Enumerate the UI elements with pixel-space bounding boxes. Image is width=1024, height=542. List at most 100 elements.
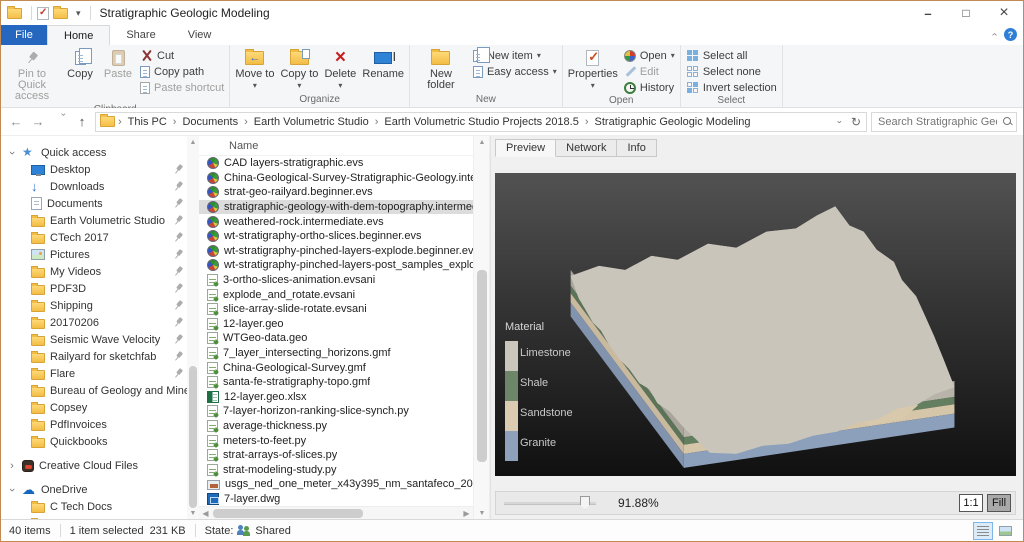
file-item-wtgeo-data-geo[interactable]: WTGeo-data.geo xyxy=(199,331,473,346)
file-item-strat-arrays-of-slices-py[interactable]: strat-arrays-of-slices.py xyxy=(199,448,473,463)
file-item-china-geological-survey-gmf[interactable]: China-Geological-Survey.gmf xyxy=(199,360,473,375)
breadcrumb-item-this-pc[interactable]: This PC xyxy=(123,116,172,128)
paste-shortcut-button[interactable]: Paste shortcut xyxy=(137,80,227,95)
file-item-strat-geo-railyard-beginner-evs[interactable]: strat-geo-railyard.beginner.evs xyxy=(199,185,473,200)
sidebar-item-bureau-of-geology-and-mineral-enginee[interactable]: Bureau of Geology and Mineral Enginee xyxy=(1,382,187,399)
collapse-ribbon-icon[interactable] xyxy=(989,33,1000,36)
qat-properties-button[interactable] xyxy=(37,7,49,20)
copy-button[interactable]: Copy xyxy=(61,46,99,82)
sidebar-item-shipping[interactable]: Shipping xyxy=(1,297,187,314)
pin-to-quick-access-button[interactable]: Pin to Quick access xyxy=(3,46,61,104)
cut-button[interactable]: Cut xyxy=(137,48,227,63)
sidebar-item-seismic-wave-velocity[interactable]: Seismic Wave Velocity xyxy=(1,331,187,348)
close-button[interactable] xyxy=(985,1,1023,25)
file-item-12-layer-geo[interactable]: 12-layer.geo xyxy=(199,317,473,332)
chevron-down-icon[interactable] xyxy=(7,147,17,159)
sidebar-item-documents[interactable]: Documents xyxy=(1,195,187,212)
preview-3d-viewport[interactable]: Material LimestoneShaleSandstoneGranite xyxy=(495,173,1016,476)
qat-customize-dropdown[interactable] xyxy=(76,8,81,19)
tab-view[interactable]: View xyxy=(172,25,228,45)
sidebar-item-onedrive[interactable]: OneDrive xyxy=(1,481,187,498)
sidebar-item-copsey[interactable]: Copsey xyxy=(1,399,187,416)
file-item-wt-stratigraphy-ortho-slices-beginner-evs[interactable]: wt-stratigraphy-ortho-slices.beginner.ev… xyxy=(199,229,473,244)
file-item-wt-stratigraphy-pinched-layers-explode-beginner-evs[interactable]: wt-stratigraphy-pinched-layers-explode.b… xyxy=(199,244,473,259)
tab-preview[interactable]: Preview xyxy=(495,139,556,157)
thumbnail-view-toggle[interactable] xyxy=(995,522,1015,540)
scrollbar-thumb[interactable] xyxy=(213,509,363,518)
sidebar-item-railyard-for-sketchfab[interactable]: Railyard for sketchfab xyxy=(1,348,187,365)
scroll-up-icon[interactable]: ▲ xyxy=(474,136,490,148)
invert-selection-button[interactable]: Invert selection xyxy=(683,80,780,95)
select-none-button[interactable]: Select none xyxy=(683,64,780,79)
rename-button[interactable]: Rename xyxy=(359,46,407,82)
file-item-7-layer-horizon-ranking-slice-synch-py[interactable]: 7-layer-horizon-ranking-slice-synch.py xyxy=(199,404,473,419)
sidebar-item-my-videos[interactable]: My Videos xyxy=(1,263,187,280)
sidebar-scrollbar[interactable]: ▲ ▼ xyxy=(187,136,199,519)
tab-network[interactable]: Network xyxy=(556,139,617,157)
sidebar-item-downloads[interactable]: Downloads xyxy=(1,178,187,195)
recent-locations-dropdown[interactable] xyxy=(51,113,69,131)
copy-path-button[interactable]: Copy path xyxy=(137,64,227,79)
scroll-left-icon[interactable]: ◀ xyxy=(199,509,212,518)
details-view-toggle[interactable] xyxy=(973,522,993,540)
search-input[interactable] xyxy=(876,115,999,129)
one-to-one-button[interactable]: 1:1 xyxy=(959,494,983,512)
file-item-strat-modeling-study-py[interactable]: strat-modeling-study.py xyxy=(199,462,473,477)
sidebar-item-20170206[interactable]: 20170206 xyxy=(1,314,187,331)
file-item-7-layer-dwg[interactable]: 7-layer.dwg xyxy=(199,492,473,506)
sidebar-item-flare[interactable]: Flare xyxy=(1,365,187,382)
sidebar-item-creative-cloud-files[interactable]: Creative Cloud Files xyxy=(1,457,187,474)
scrollbar-thumb[interactable] xyxy=(477,270,487,462)
minimize-button[interactable] xyxy=(909,1,947,25)
file-item-average-thickness-py[interactable]: average-thickness.py xyxy=(199,419,473,434)
file-list-scrollbar[interactable]: ▲ ▼ xyxy=(473,136,489,519)
zoom-slider-track[interactable] xyxy=(504,502,596,505)
file-item-usgs-ned-one-meter-x43y395-nm-santafeco-2014-tif[interactable]: usgs_ned_one_meter_x43y395_nm_santafeco_… xyxy=(199,477,473,492)
sidebar-item-pictures[interactable]: Pictures xyxy=(1,246,187,263)
sidebar-item-ctech-2017[interactable]: CTech 2017 xyxy=(1,229,187,246)
sidebar-item-pdf3d[interactable]: PDF3D xyxy=(1,280,187,297)
up-button[interactable] xyxy=(73,113,91,131)
tab-share[interactable]: Share xyxy=(110,25,171,45)
open-button[interactable]: Open xyxy=(621,48,678,63)
delete-button[interactable]: Delete xyxy=(321,46,359,93)
back-button[interactable] xyxy=(7,113,25,131)
search-icon[interactable] xyxy=(1003,117,1012,126)
scroll-down-icon[interactable]: ▼ xyxy=(474,507,490,519)
file-item-meters-to-feet-py[interactable]: meters-to-feet.py xyxy=(199,433,473,448)
breadcrumb-item-stratigraphic-geologic-modeling[interactable]: Stratigraphic Geologic Modeling xyxy=(590,116,756,128)
fill-button[interactable]: Fill xyxy=(987,494,1011,512)
qat-new-folder-button[interactable] xyxy=(53,8,72,19)
new-folder-button[interactable]: New folder xyxy=(412,46,470,93)
file-item-wt-stratigraphy-pinched-layers-post-samples-explode-beginner-evs[interactable]: wt-stratigraphy-pinched-layers-post_samp… xyxy=(199,258,473,273)
move-to-button[interactable]: Move to xyxy=(232,46,277,93)
file-item-3-ortho-slices-animation-evsani[interactable]: 3-ortho-slices-animation.evsani xyxy=(199,273,473,288)
horizontal-scrollbar[interactable]: ◀ ▶ xyxy=(199,506,473,519)
scrollbar-thumb[interactable] xyxy=(189,366,197,508)
properties-button[interactable]: Properties xyxy=(565,46,621,93)
select-all-button[interactable]: Select all xyxy=(683,48,780,63)
history-button[interactable]: History xyxy=(621,80,678,95)
file-item-12-layer-geo-xlsx[interactable]: 12-layer.geo.xlsx xyxy=(199,390,473,405)
scroll-right-icon[interactable]: ▶ xyxy=(460,509,473,518)
help-icon[interactable]: ? xyxy=(1004,28,1017,41)
sidebar-item-quickbooks[interactable]: Quickbooks xyxy=(1,433,187,450)
file-item-weathered-rock-intermediate-evs[interactable]: weathered-rock.intermediate.evs xyxy=(199,214,473,229)
sidebar-item-pdfinvoices[interactable]: PdfInvoices xyxy=(1,416,187,433)
column-header-name[interactable]: Name xyxy=(199,136,473,156)
sidebar-item-quick-access[interactable]: Quick access xyxy=(1,144,187,161)
file-item-7-layer-intersecting-horizons-gmf[interactable]: 7_layer_intersecting_horizons.gmf xyxy=(199,346,473,361)
chevron-right-icon[interactable] xyxy=(7,460,17,472)
sidebar-item-earth-volumetric-studio-projects-2018[interactable]: Earth Volumetric Studio Projects 2018 xyxy=(1,212,187,229)
easy-access-button[interactable]: Easy access xyxy=(470,64,560,79)
tab-info[interactable]: Info xyxy=(617,139,656,157)
address-box[interactable]: › This PC›Documents›Earth Volumetric Stu… xyxy=(95,112,867,132)
sidebar-item-desktop[interactable]: Desktop xyxy=(1,161,187,178)
breadcrumb-item-documents[interactable]: Documents xyxy=(177,116,243,128)
file-item-china-geological-survey-stratigraphic-geology-intermediate-evs[interactable]: China-Geological-Survey-Stratigraphic-Ge… xyxy=(199,171,473,186)
chevron-down-icon[interactable] xyxy=(7,484,17,496)
copy-to-button[interactable]: Copy to xyxy=(277,46,321,93)
file-item-stratigraphic-geology-with-dem-topography-intermediate-evs[interactable]: stratigraphic-geology-with-dem-topograph… xyxy=(199,200,473,215)
new-item-button[interactable]: New item xyxy=(470,48,560,63)
scroll-down-icon[interactable]: ▼ xyxy=(187,507,199,519)
